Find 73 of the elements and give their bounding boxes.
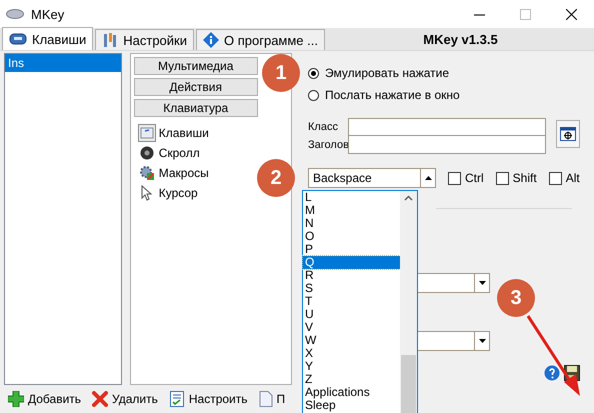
help-icon[interactable] xyxy=(544,365,560,381)
caret-icon xyxy=(424,176,432,180)
category-button[interactable]: Мультимедиа xyxy=(134,57,258,75)
radio-label: Эмулировать нажатие xyxy=(325,66,450,80)
field-label: Класс xyxy=(308,121,339,133)
scrollbar-thumb[interactable] xyxy=(401,355,416,413)
delete-icon xyxy=(92,391,108,407)
dropdown-option[interactable]: S xyxy=(303,282,400,295)
dropdown-option[interactable]: V xyxy=(303,321,400,334)
window-picker-button[interactable] xyxy=(556,120,580,148)
checkbox[interactable] xyxy=(548,172,562,184)
close-icon[interactable] xyxy=(566,8,577,20)
checkbox-label: Shift xyxy=(512,171,537,185)
cursor-icon xyxy=(140,185,153,201)
dropdown-option[interactable]: Q xyxy=(303,256,400,269)
dropdown-option[interactable]: O xyxy=(303,230,400,243)
dropdown-option[interactable]: U xyxy=(303,308,400,321)
dropdown-option[interactable]: Sleep xyxy=(303,399,400,412)
tab[interactable]: Настройки xyxy=(95,29,194,50)
checklist-icon xyxy=(168,391,185,407)
toolbar-button[interactable]: П xyxy=(258,391,286,407)
radio-button[interactable] xyxy=(308,90,319,100)
gear-icon xyxy=(138,165,155,181)
dropdown-option[interactable]: P xyxy=(303,243,400,256)
dropdown-option[interactable]: X xyxy=(303,347,400,360)
category-button[interactable]: Клавиатура xyxy=(134,99,258,117)
tools-icon xyxy=(102,32,118,48)
tab[interactable]: Клавиши xyxy=(2,27,94,50)
tab[interactable]: О программе ... xyxy=(196,29,325,50)
action-item[interactable]: Макросы xyxy=(158,166,209,180)
checkbox-label: Alt xyxy=(566,171,580,185)
toolbar-button[interactable]: Удалить xyxy=(92,391,158,407)
dropdown-option[interactable]: Applications xyxy=(303,386,400,399)
action-icon-frame[interactable] xyxy=(138,164,156,182)
class-field[interactable] xyxy=(348,118,546,136)
action-item[interactable]: Курсор xyxy=(158,186,198,200)
wheel-icon xyxy=(140,146,154,160)
key-list-item[interactable]: Ins xyxy=(5,54,121,72)
radio-button[interactable] xyxy=(308,68,319,78)
dropdown-option[interactable]: N xyxy=(303,217,400,230)
dropdown-option[interactable]: W xyxy=(303,334,400,347)
dropdown-option[interactable]: R xyxy=(303,269,400,282)
dropdown-option[interactable]: L xyxy=(303,191,400,204)
scroll-up-icon xyxy=(404,195,413,201)
caret-icon xyxy=(478,339,486,343)
dropdown-option[interactable]: Z xyxy=(303,373,400,386)
window-title: MKey xyxy=(31,6,64,22)
crosshair-icon xyxy=(560,127,576,141)
category-button[interactable]: Действия xyxy=(134,78,258,96)
info-icon xyxy=(203,32,219,48)
title-field[interactable] xyxy=(348,136,546,154)
field-label: Заголов xyxy=(308,139,348,151)
version-label: MKey v1.3.5 xyxy=(422,32,499,46)
dropdown-option[interactable]: M xyxy=(303,204,400,217)
checkbox[interactable] xyxy=(496,172,509,184)
caret-icon xyxy=(478,281,486,285)
key-icon xyxy=(138,125,155,141)
dropdown-option[interactable]: T xyxy=(303,295,400,308)
toolbar-button[interactable]: Настроить xyxy=(168,391,248,407)
toolbar-button[interactable]: Добавить xyxy=(8,391,82,407)
scrollbar[interactable] xyxy=(400,191,417,413)
keyboard-icon xyxy=(9,33,27,45)
dropdown-option[interactable]: Y xyxy=(303,360,400,373)
checkbox[interactable] xyxy=(448,172,461,184)
radio-label: Послать нажатие в окно xyxy=(325,88,460,102)
key-dropdown[interactable]: Backspace xyxy=(308,168,436,188)
app-icon xyxy=(6,9,24,19)
checkbox-label: Ctrl xyxy=(465,171,484,185)
action-item[interactable]: Скролл xyxy=(158,146,200,160)
plus-icon xyxy=(8,391,24,407)
action-icon-frame[interactable] xyxy=(138,144,156,162)
document-icon xyxy=(258,391,273,407)
action-item[interactable]: Клавиши xyxy=(158,126,209,140)
